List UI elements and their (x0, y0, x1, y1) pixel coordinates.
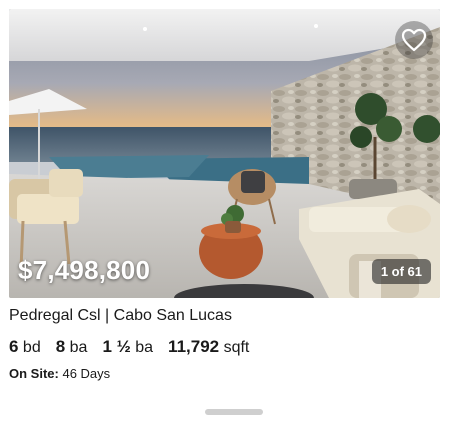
half-baths-value: 1 ½ (102, 337, 131, 356)
favorite-button[interactable] (395, 21, 433, 59)
baths-spec: 8 ba (56, 337, 88, 357)
listing-photo[interactable]: $7,498,800 1 of 61 (9, 9, 440, 298)
heart-outline-icon (401, 28, 427, 52)
sheet-drag-handle[interactable] (205, 409, 263, 415)
baths-unit: ba (69, 339, 88, 356)
listing-card[interactable]: $7,498,800 1 of 61 Pedregal Csl | Cabo S… (0, 0, 450, 425)
listing-price: $7,498,800 (18, 255, 151, 285)
half-baths-unit: ba (135, 339, 154, 356)
half-baths-spec: 1 ½ ba (102, 337, 153, 357)
sqft-spec: 11,792 sqft (168, 337, 249, 357)
sqft-unit: sqft (223, 339, 250, 356)
baths-value: 8 (55, 337, 66, 356)
photo-counter-badge: 1 of 61 (371, 259, 431, 284)
sqft-value: 11,792 (168, 337, 220, 356)
on-site-duration: On Site: 46 Days (9, 366, 110, 381)
listing-address[interactable]: Pedregal Csl | Cabo San Lucas (9, 307, 232, 325)
listing-specs: 6 bd 8 ba 1 ½ ba 11,792 sqft (9, 337, 264, 357)
beds-spec: 6 bd (9, 337, 41, 357)
on-site-label: On Site: (9, 366, 59, 381)
on-site-value: 46 Days (62, 366, 111, 381)
beds-value: 6 (9, 337, 19, 356)
beds-unit: bd (22, 339, 41, 356)
